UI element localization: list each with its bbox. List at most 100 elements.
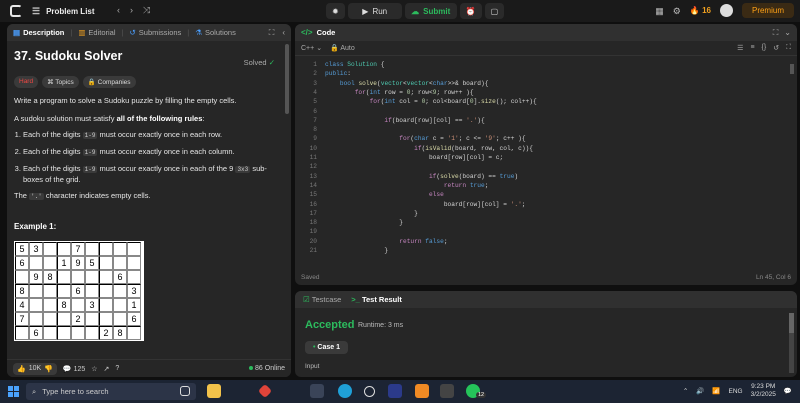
submit-button[interactable]: ☁ Submit xyxy=(404,3,457,19)
wifi-icon[interactable]: 📶 xyxy=(712,387,720,395)
search-placeholder: Type here to search xyxy=(42,387,109,396)
avatar[interactable] xyxy=(719,4,733,17)
thumbs-down-icon[interactable]: 👎 xyxy=(44,365,53,373)
bookmark-icon[interactable]: ☰ xyxy=(737,44,743,52)
checkbox-icon: ☑ xyxy=(303,295,310,304)
taskbar: ⌕ Type here to search 12 ⌃ 🔊 📶 ENG 9:23 P… xyxy=(0,380,800,403)
language-select[interactable]: C++ ⌄ xyxy=(301,44,322,52)
testcase-label: Testcase xyxy=(311,295,342,304)
check-circle-icon: ✓ xyxy=(268,58,275,67)
premium-button[interactable]: Premium xyxy=(741,3,794,18)
tab-description[interactable]: ▤ Description xyxy=(13,28,64,37)
timer-button[interactable]: ⏰ xyxy=(459,3,482,19)
test-result-label: Test Result xyxy=(361,295,402,304)
editor-scrollbar[interactable] xyxy=(790,64,794,74)
file-explorer-icon[interactable] xyxy=(207,384,221,398)
sudoku-cell: 1 xyxy=(57,256,71,270)
sudoku-cell xyxy=(43,284,57,298)
sudoku-cell xyxy=(113,284,127,298)
app-icon-red[interactable] xyxy=(257,383,273,399)
app-icon-orange[interactable] xyxy=(415,384,429,398)
task-view-icon[interactable] xyxy=(180,386,190,396)
tab-editorial[interactable]: ▥ Editorial xyxy=(78,28,115,37)
problem-list-label: Problem List xyxy=(46,6,95,16)
topics-tag[interactable]: ⌘ Topics xyxy=(42,76,79,88)
tab-testcase[interactable]: ☑ Testcase xyxy=(303,295,341,304)
sudoku-cell: 5 xyxy=(15,242,29,256)
app-icon-circle[interactable] xyxy=(364,386,375,397)
code-line: for(int col = 0; col<board[0].size(); co… xyxy=(369,98,537,106)
braces-icon[interactable]: {} xyxy=(762,44,767,52)
fullscreen-icon[interactable]: ⛶ xyxy=(786,44,791,52)
help-icon[interactable]: ? xyxy=(115,365,119,372)
comment-button[interactable]: 💬 125 xyxy=(63,365,85,373)
sudoku-cell xyxy=(127,242,141,256)
minimize-icon[interactable]: ⌄ xyxy=(784,28,791,38)
star-icon[interactable]: ☆ xyxy=(91,365,97,373)
result-status: Accepted xyxy=(305,319,355,331)
book-icon: ▥ xyxy=(78,28,86,37)
companies-tag[interactable]: 🔒 Companies xyxy=(82,76,136,88)
edge-icon[interactable] xyxy=(338,384,352,398)
app-icon-blue[interactable] xyxy=(388,384,402,398)
result-scrollbar[interactable] xyxy=(789,313,794,373)
taskbar-search[interactable]: ⌕ Type here to search xyxy=(26,383,196,400)
difficulty-tag[interactable]: Hard xyxy=(14,76,39,88)
tab-solutions[interactable]: ⚗ Solutions xyxy=(195,28,236,37)
online-count: 86 Online xyxy=(249,365,285,372)
sudoku-cell: 7 xyxy=(15,312,29,326)
prev-problem-icon[interactable]: ‹ xyxy=(117,5,120,16)
reset-icon[interactable]: ↺ xyxy=(773,44,779,52)
language-indicator[interactable]: ENG xyxy=(729,388,743,395)
expand-icon[interactable]: ⛶ xyxy=(269,28,275,38)
next-problem-icon[interactable]: › xyxy=(130,5,133,16)
like-button[interactable]: 👍 10K 👎 xyxy=(13,362,57,375)
sudoku-cell xyxy=(43,312,57,326)
notification-icon[interactable]: 💬 xyxy=(784,387,792,395)
chevron-up-icon[interactable]: ⌃ xyxy=(683,387,688,395)
comment-count: 125 xyxy=(73,365,86,373)
sudoku-cell xyxy=(43,298,57,312)
bug-icon: ✹ xyxy=(332,6,339,16)
tab-test-result[interactable]: >_ Test Result xyxy=(351,295,402,304)
case-tab[interactable]: • Case 1 xyxy=(305,341,348,354)
lock-icon: 🔒 xyxy=(330,45,339,52)
notes-button[interactable]: ▢ xyxy=(484,3,505,19)
share-icon[interactable]: ↗ xyxy=(104,365,110,373)
volume-icon[interactable]: 🔊 xyxy=(696,387,704,395)
online-dot-icon xyxy=(249,366,254,370)
gear-icon[interactable]: ⚙ xyxy=(673,6,681,16)
tab-editorial-label: Editorial xyxy=(88,28,116,37)
shuffle-icon[interactable]: ⤨ xyxy=(143,5,150,16)
sudoku-cell: 9 xyxy=(29,270,43,284)
app-icon-dark[interactable] xyxy=(440,384,454,398)
clock[interactable]: 9:23 PM 3/2/2025 xyxy=(751,383,776,399)
result-panel: ☑ Testcase >_ Test Result Accepted Runti… xyxy=(295,291,797,377)
sudoku-cell xyxy=(113,298,127,312)
description-scrollbar[interactable] xyxy=(285,44,289,114)
problem-list-button[interactable]: ☰ Problem List xyxy=(32,6,95,16)
line-number: 18 xyxy=(309,219,317,227)
rule-item: Each of the digits 1-9 must occur exactl… xyxy=(23,130,276,141)
debug-button[interactable]: ✹ xyxy=(326,3,345,19)
sudoku-cell: 9 xyxy=(71,256,85,270)
layout-icon[interactable]: ▦ xyxy=(655,6,664,16)
solved-label: Solved xyxy=(243,58,267,67)
rules-list: Each of the digits 1-9 must occur exactl… xyxy=(14,130,276,185)
autocomplete-toggle[interactable]: 🔒 Auto xyxy=(330,44,355,52)
streak-counter[interactable]: 🔥 16 xyxy=(690,6,711,15)
collapse-icon[interactable]: ‹ xyxy=(282,28,285,38)
upload-icon: ☁ xyxy=(411,6,420,16)
sudoku-cell xyxy=(113,312,127,326)
code-editor[interactable]: 1 class Solution {2 public: 3 bool solve(ve… xyxy=(295,60,797,264)
leetcode-logo-icon[interactable] xyxy=(10,5,22,17)
code-line: bool solve(vector<vector<char>>& board){ xyxy=(339,79,489,87)
tab-submissions[interactable]: ↺ Submissions xyxy=(129,28,181,37)
run-button[interactable]: ▶ Run xyxy=(347,3,402,19)
chrome-icon[interactable] xyxy=(310,384,324,398)
expand-icon[interactable]: ⛶ xyxy=(773,28,779,38)
windows-start-icon[interactable] xyxy=(8,386,19,397)
format-icon[interactable]: ≡ xyxy=(750,44,754,52)
sudoku-cell xyxy=(43,242,57,256)
sudoku-cell: 8 xyxy=(57,298,71,312)
